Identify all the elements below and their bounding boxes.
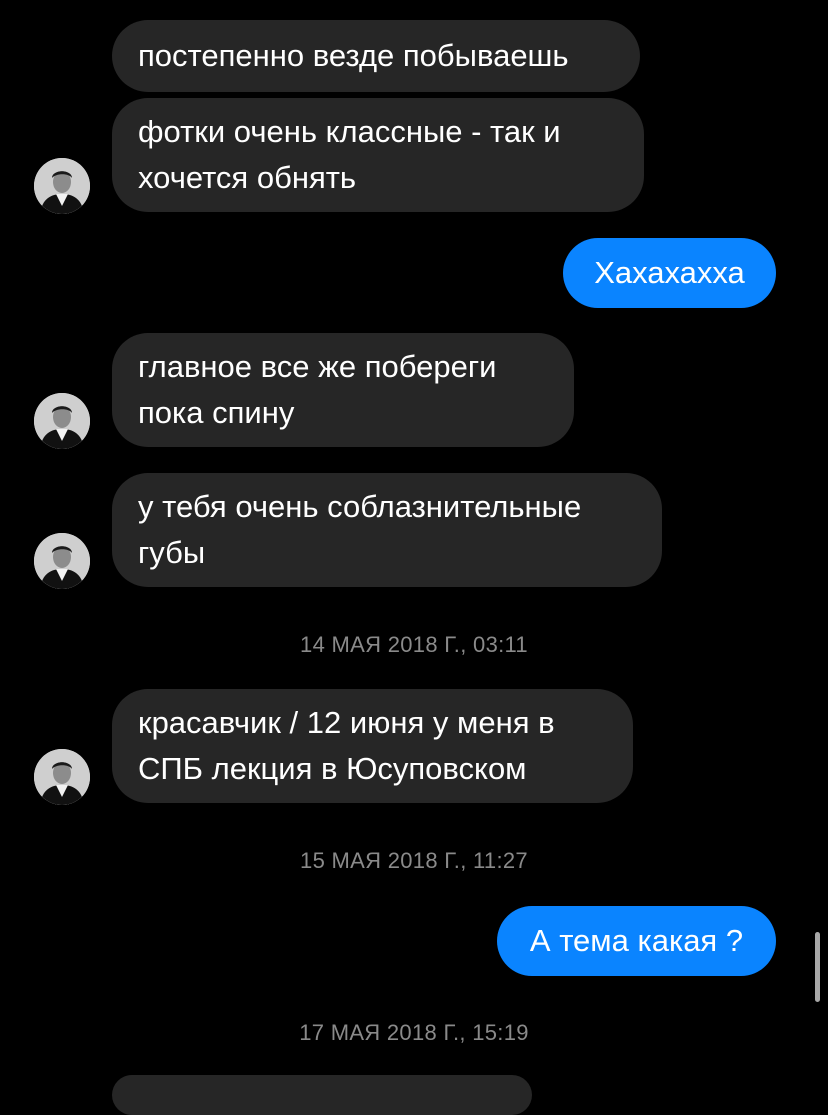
message-bubble-incoming[interactable]: главное все же побереги пока спину [112,333,574,447]
message-text: Хахахахха [594,255,745,290]
scrollbar-thumb[interactable] [815,932,820,1002]
message-text: А тема какая ? [529,923,744,958]
message-bubble-outgoing[interactable]: Хахахахха [563,238,776,308]
message-text: СПБ лекция в Юсуповском [138,751,527,786]
timestamp-divider: 14 МАЯ 2018 Г., 03:11 [300,632,528,657]
message-text: губы [138,535,206,570]
person-photo-avatar-icon [34,533,90,589]
message-text: фотки очень классные - так и [138,114,561,149]
timestamp-divider: 17 МАЯ 2018 Г., 15:19 [299,1020,529,1045]
message-bubble-outgoing[interactable]: А тема какая ? [497,906,776,976]
sender-avatar[interactable] [34,749,90,805]
message-text: постепенно везде побываешь [138,38,569,73]
person-photo-avatar-icon [34,749,90,805]
message-text: у тебя очень соблазнительные [138,489,582,524]
person-photo-avatar-icon [34,158,90,214]
message-text: хочется обнять [138,160,357,195]
message-bubble-incoming[interactable]: фотки очень классные - так и хочется обн… [112,98,644,212]
message-bubble-incoming-partial[interactable] [112,1075,532,1115]
message-bubble-incoming[interactable]: постепенно везде побываешь [112,20,640,92]
sender-avatar[interactable] [34,533,90,589]
sender-avatar[interactable] [34,158,90,214]
message-bubble-incoming[interactable]: у тебя очень соблазнительные губы [112,473,662,587]
timestamp-divider: 15 МАЯ 2018 Г., 11:27 [300,848,528,873]
sender-avatar[interactable] [34,393,90,449]
person-photo-avatar-icon [34,393,90,449]
message-text: пока спину [138,395,295,430]
message-bubble-incoming[interactable]: красавчик / 12 июня у меня в СПБ лекция … [112,689,633,803]
message-text: красавчик / 12 июня у меня в [138,705,555,740]
message-text: главное все же побереги [138,349,497,384]
